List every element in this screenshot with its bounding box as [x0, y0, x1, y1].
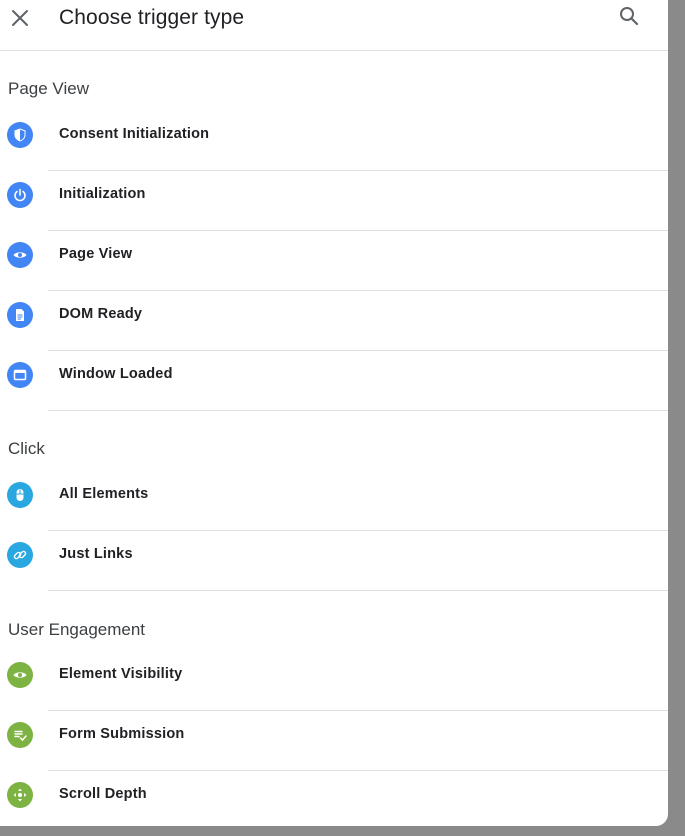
- window-icon: [7, 362, 33, 388]
- section-title-user-engagement: User Engagement: [8, 620, 146, 639]
- trigger-item-label: DOM Ready: [59, 306, 143, 322]
- close-icon: [12, 10, 28, 26]
- trigger-item-label: Form Submission: [59, 726, 185, 742]
- link-icon: [7, 542, 33, 568]
- trigger-item-label: Just Links: [59, 546, 133, 562]
- trigger-item-label: Element Visibility: [59, 666, 183, 682]
- trigger-item-all-elements[interactable]: All Elements: [0, 471, 668, 531]
- trigger-item-window-loaded[interactable]: Window Loaded: [0, 351, 668, 411]
- section-title-page-view: Page View: [8, 79, 89, 98]
- trigger-item-form-submission[interactable]: Form Submission: [0, 711, 668, 771]
- shield-icon: [7, 122, 33, 148]
- trigger-item-dom-ready[interactable]: DOM Ready: [0, 291, 668, 351]
- divider: [48, 410, 668, 411]
- eye-icon: [7, 662, 33, 688]
- trigger-type-panel: Choose trigger type Page View Consent In…: [0, 0, 668, 826]
- trigger-item-element-visibility[interactable]: Element Visibility: [0, 651, 668, 711]
- eye-icon: [7, 242, 33, 268]
- trigger-item-label: Initialization: [59, 186, 146, 202]
- scroll-icon: [7, 782, 33, 808]
- trigger-item-label: Scroll Depth: [59, 786, 147, 802]
- trigger-item-label: Page View: [59, 246, 133, 262]
- trigger-item-just-links[interactable]: Just Links: [0, 531, 668, 591]
- trigger-item-initialization[interactable]: Initialization: [0, 171, 668, 231]
- panel-header: Choose trigger type: [0, 0, 668, 51]
- trigger-item-consent-initialization[interactable]: Consent Initialization: [0, 111, 668, 171]
- trigger-item-scroll-depth[interactable]: Scroll Depth: [0, 771, 668, 826]
- mouse-icon: [7, 482, 33, 508]
- close-button[interactable]: [10, 8, 30, 28]
- trigger-item-label: Window Loaded: [59, 366, 173, 382]
- backdrop-edge: [668, 0, 685, 836]
- trigger-item-label: All Elements: [59, 486, 149, 502]
- divider: [48, 590, 668, 591]
- form-icon: [7, 722, 33, 748]
- trigger-item-label: Consent Initialization: [59, 126, 210, 142]
- search-icon: [620, 7, 639, 26]
- search-button[interactable]: [618, 5, 640, 27]
- trigger-item-page-view[interactable]: Page View: [0, 231, 668, 291]
- section-title-click: Click: [8, 439, 45, 458]
- document-icon: [7, 302, 33, 328]
- power-icon: [7, 182, 33, 208]
- page-title: Choose trigger type: [59, 6, 245, 29]
